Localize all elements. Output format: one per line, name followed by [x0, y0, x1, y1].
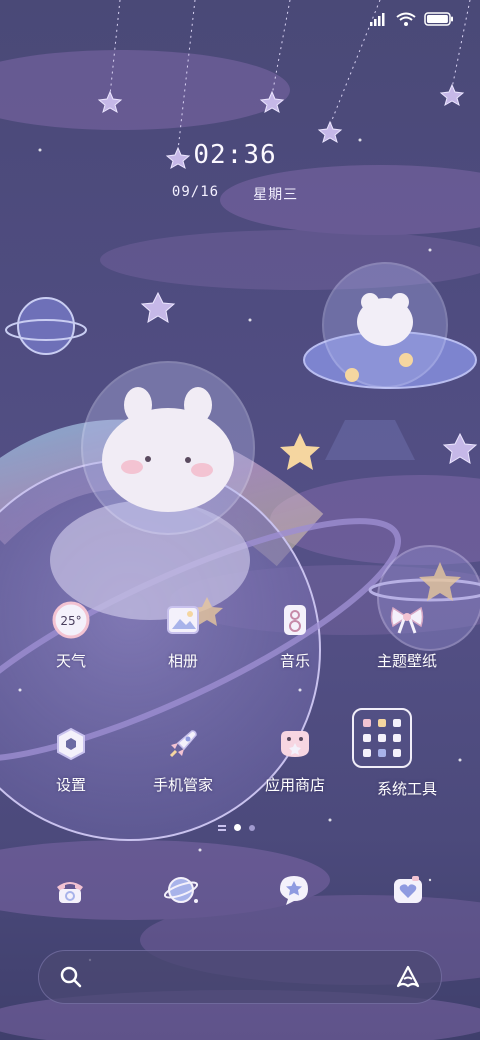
weather-icon: 25°	[51, 600, 91, 640]
battery-icon	[424, 11, 454, 30]
browser-planet-icon	[163, 873, 200, 911]
system-tools-folder-icon	[352, 708, 412, 768]
page-dot-current	[234, 824, 241, 831]
assistant-icon[interactable]	[395, 964, 421, 994]
app-settings[interactable]: 设置	[16, 724, 126, 795]
small-planet	[5, 297, 87, 355]
signal-icon	[370, 11, 388, 30]
wifi-icon	[396, 11, 416, 30]
weekday-text: 星期三	[253, 187, 299, 203]
app-phone-manager[interactable]: 手机管家	[128, 724, 238, 795]
dock-phone[interactable]	[52, 874, 88, 910]
app-label: 音乐	[279, 652, 310, 670]
app-label: 主题壁纸	[376, 652, 437, 670]
settings-icon	[51, 724, 91, 764]
app-system-tools-folder[interactable]: 系统工具	[352, 708, 462, 799]
app-label: 系统工具	[376, 780, 437, 798]
page-indicator[interactable]	[218, 824, 255, 831]
search-bar[interactable]	[38, 950, 442, 1004]
app-themes[interactable]: 主题壁纸	[352, 600, 462, 671]
dock-browser[interactable]	[163, 873, 200, 911]
app-gallery[interactable]: 相册	[128, 600, 238, 671]
date-text: 09/16	[171, 184, 220, 200]
app-weather[interactable]: 25° 天气	[16, 600, 126, 671]
messages-star-icon	[277, 873, 311, 911]
weather-temperature: 25°	[60, 614, 81, 628]
app-label: 手机管家	[152, 776, 213, 794]
status-bar	[370, 10, 454, 30]
app-store-icon	[275, 724, 315, 764]
security-rocket-icon	[163, 724, 203, 764]
app-label: 设置	[55, 776, 86, 794]
ufo	[303, 262, 477, 460]
theme-bow-icon	[387, 600, 427, 640]
app-label: 天气	[55, 652, 86, 670]
camera-heart-icon	[391, 874, 425, 910]
search-icon[interactable]	[59, 965, 83, 993]
app-store[interactable]: 应用商店	[240, 724, 350, 795]
clock-time[interactable]: 02:36	[0, 140, 470, 170]
page-dot-home-icon	[218, 824, 226, 831]
app-label: 相册	[167, 652, 198, 670]
dock-messages[interactable]	[276, 874, 312, 910]
phone-icon	[53, 875, 87, 909]
date-row: 09/16 星期三	[0, 184, 470, 204]
app-label: 应用商店	[264, 776, 325, 794]
music-icon	[275, 600, 315, 640]
app-music[interactable]: 音乐	[240, 600, 350, 671]
gallery-icon	[163, 600, 203, 640]
page-dot	[249, 824, 255, 831]
dock-camera[interactable]	[390, 874, 426, 910]
